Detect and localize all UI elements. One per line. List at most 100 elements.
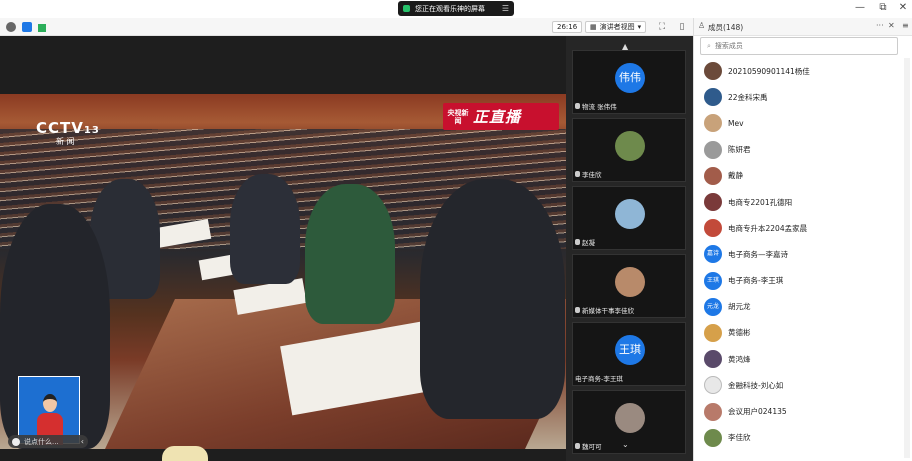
avatar [704,62,722,81]
member-row[interactable]: 会议用户024135 [694,398,904,424]
share-notice-text: 您正在观看乐神的屏幕 [415,4,485,13]
search-icon: ⌕ [707,41,711,50]
member-name: 电商专2201孔德阳 [728,197,793,207]
participant-name: 新媒体干事李佳欣 [582,307,634,315]
member-name: 黄德彬 [728,328,751,338]
security-shield-icon[interactable] [22,22,32,32]
participant-tile[interactable]: 王琪 电子商务-李王琪 [572,322,686,386]
avatar [704,428,722,447]
avatar [704,350,722,369]
member-name: 电子商务-李王琪 [728,276,784,286]
collapse-arrow-icon[interactable]: ‹ [81,437,84,446]
avatar [704,193,722,212]
avatar: 王琪 [704,271,722,290]
member-name: 黄鸿烽 [728,354,751,364]
avatar [704,376,722,395]
participant-name: 赵凝 [582,239,595,247]
live-broadcast-badge: 央视新闻 正直播 [443,103,559,130]
close-panel-icon[interactable]: ✕ [888,21,895,30]
member-row[interactable]: 22金科宋禹 [694,84,904,110]
member-name: 金融科技-刘心如 [728,380,784,390]
member-name: 胡元龙 [728,302,751,312]
member-row[interactable]: 王琪 电子商务-李王琪 [694,268,904,294]
member-name: 李佳欣 [728,433,751,443]
delegate-figure [305,184,395,324]
avatar [704,114,722,133]
view-mode-dropdown[interactable]: ▦ 演讲者视图 ▾ [585,21,647,33]
member-search-input[interactable] [714,42,885,50]
layout-toggle-icon[interactable]: ▯ [676,21,688,33]
member-search[interactable]: ⌕ [700,37,898,55]
member-row[interactable]: 黄鸿烽 [694,346,904,372]
fullscreen-icon[interactable]: ⛶ [656,21,668,33]
participant-name: 魏可可 [582,443,602,451]
cctv-logo: CCTV13 [36,119,100,137]
minimize-button[interactable]: — [853,2,867,13]
share-indicator-icon [403,5,410,12]
avatar [615,131,645,161]
avatar: 元龙 [704,297,722,316]
meeting-timer: 26:16 [552,21,583,33]
avatar: 伟伟 [615,63,645,93]
mic-icon [575,103,580,109]
participant-strip: ▲ 伟伟 物流 张伟伟 李佳欣 赵凝 新媒体干事李佳欣 王琪 电子商务-李王琪 … [566,36,693,461]
emoji-icon[interactable] [12,437,20,446]
close-window-button[interactable]: ✕ [896,2,910,13]
live-badge-big: 正直播 [473,108,522,126]
avatar [704,88,722,107]
live-badge-small: 央视新闻 [447,108,469,125]
member-row[interactable]: Mev [694,110,904,136]
participant-tile[interactable]: 赵凝 [572,186,686,250]
avatar [615,403,645,433]
chevron-down-icon: ▾ [637,23,642,31]
view-mode-label: 演讲者视图 [599,23,635,31]
delegate-figure [230,174,300,284]
member-row[interactable]: 陈妍君 [694,137,904,163]
info-icon[interactable] [6,22,16,32]
member-panel-title: 成员(148) [708,23,744,32]
member-row[interactable]: 嘉诗 电子商务—李嘉诗 [694,241,904,267]
member-name: 电商专升本2204孟家晨 [728,223,808,233]
more-options-icon[interactable]: ··· [876,21,884,30]
member-name: 会议用户024135 [728,407,787,417]
member-row[interactable]: 金融科技-刘心如 [694,372,904,398]
sign-language-inset [18,376,80,445]
share-menu-icon[interactable]: ☰ [502,4,509,13]
participant-tile[interactable]: 伟伟 物流 张伟伟 [572,50,686,114]
mic-icon [575,443,580,449]
participant-tile[interactable]: 新媒体干事李佳欣 [572,254,686,318]
meeting-toolbar: 26:16 ▦ 演讲者视图 ▾ ⛶ ▯ [0,18,693,36]
participant-name: 李佳欣 [582,171,602,179]
live-video-frame: CCTV13 新 闻 央视新闻 正直播 [0,94,566,449]
member-row[interactable]: 电商专升本2204孟家晨 [694,215,904,241]
scroll-down-icon[interactable]: ⌄ [622,440,629,449]
member-row[interactable]: 元龙 胡元龙 [694,294,904,320]
mic-icon [575,171,580,177]
avatar [704,219,722,238]
member-list-scrollbar[interactable] [904,58,910,458]
delegate-figure [420,179,565,419]
member-row[interactable]: 20210590901141杨佳 [694,58,904,84]
signer-head [43,394,57,412]
avatar [615,267,645,297]
member-name: 电子商务—李嘉诗 [728,249,788,259]
restore-button[interactable]: ⧉ [876,2,890,13]
member-row[interactable]: 李佳欣 [694,425,904,451]
participant-name: 电子商务-李王琪 [575,375,623,383]
participant-tile[interactable]: 魏可可 [572,390,686,454]
member-name: 20210590901141杨佳 [728,66,810,76]
member-row[interactable]: 电商专2201孔德阳 [694,189,904,215]
panel-menu-icon[interactable]: ≡ [902,21,909,30]
members-icon: ♙ [698,21,706,30]
participant-tile[interactable]: 李佳欣 [572,118,686,182]
avatar [615,199,645,229]
avatar [704,140,722,159]
screen-share-notice[interactable]: 您正在观看乐神的屏幕 ☰ [398,1,514,16]
member-row[interactable]: 戴静 [694,163,904,189]
avatar: 嘉诗 [704,245,722,264]
member-row[interactable]: 黄德彬 [694,320,904,346]
shared-screen-stage: CCTV13 新 闻 央视新闻 正直播 说点什么... ‹ [0,36,566,461]
desktop-mascot-image [162,446,208,461]
comment-input-bar[interactable]: 说点什么... ‹ [8,435,88,448]
grid-icon: ▦ [590,23,597,31]
